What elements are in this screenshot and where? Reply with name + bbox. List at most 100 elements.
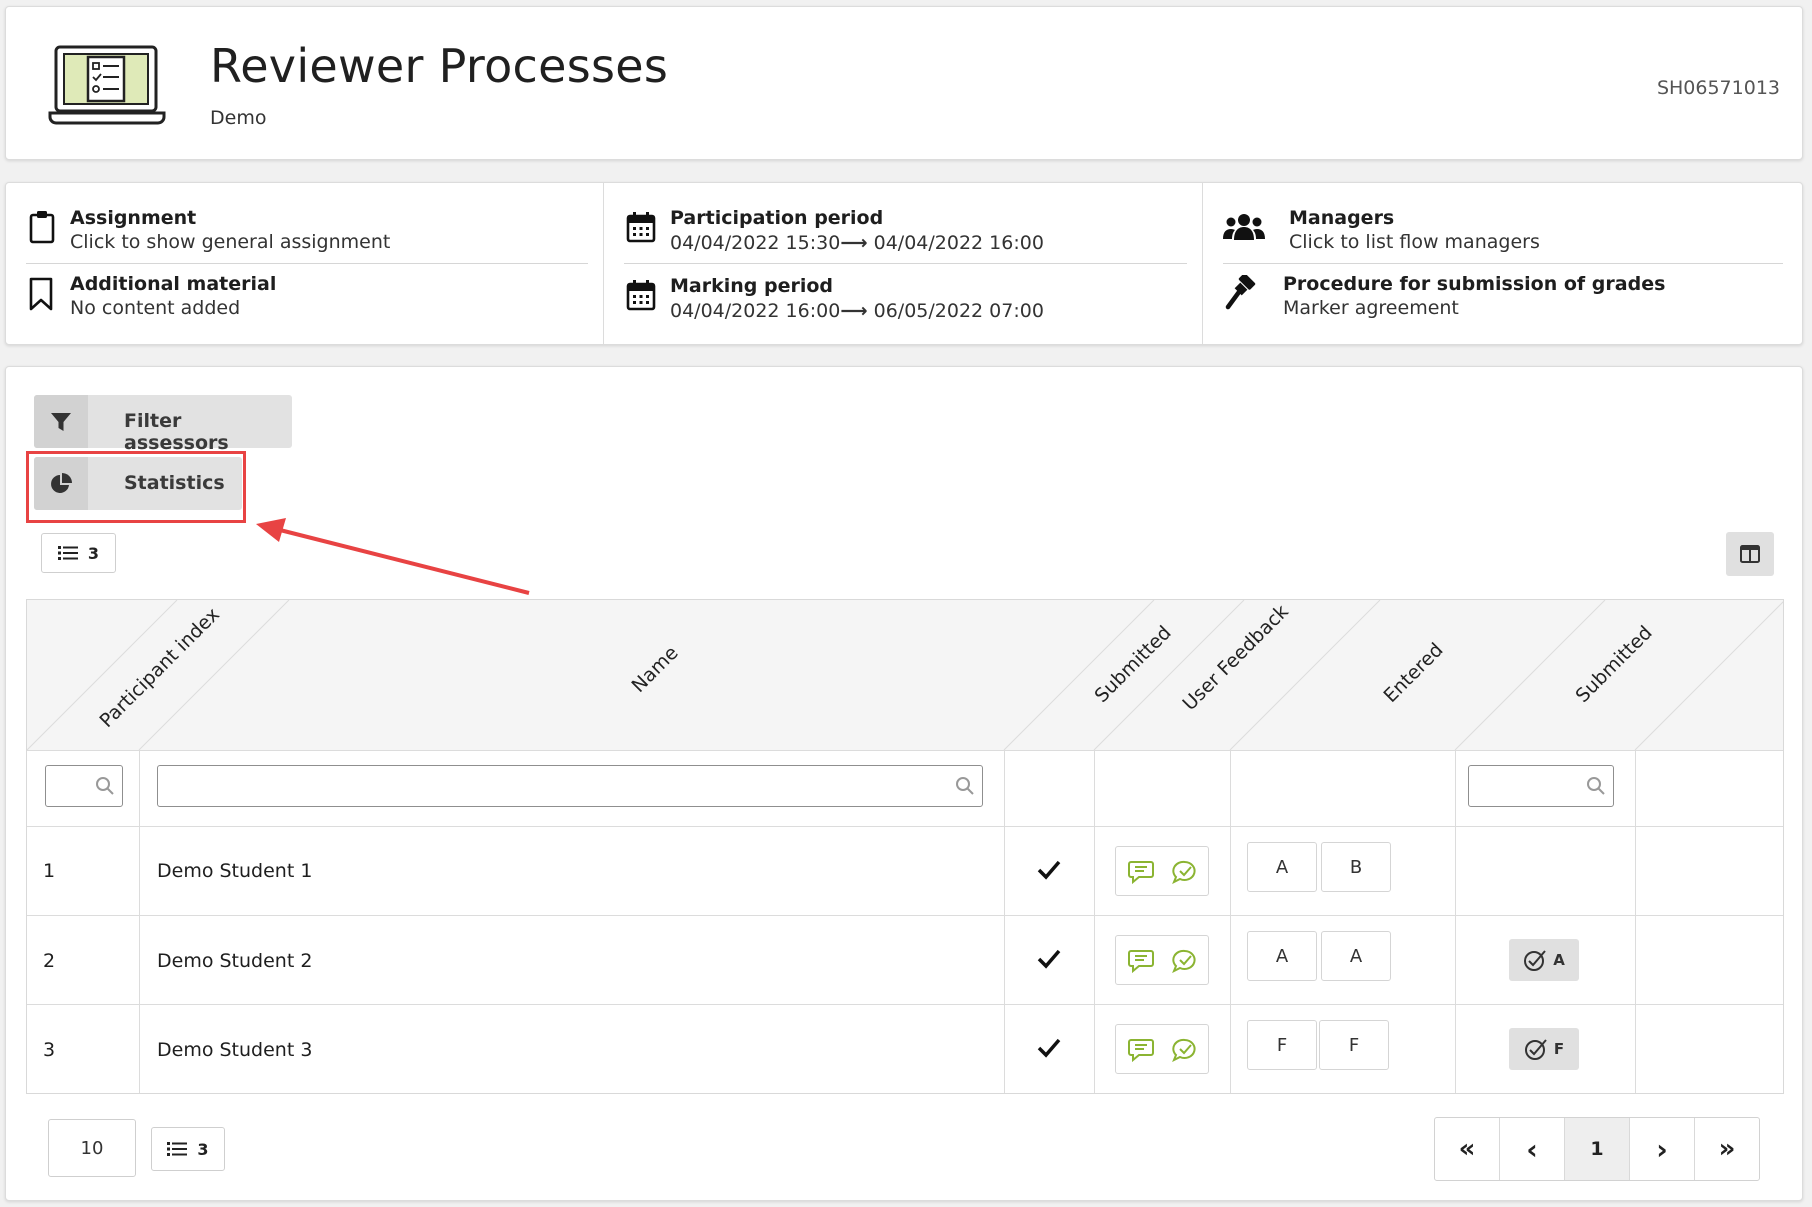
divider: [1004, 750, 1005, 1093]
marking-period-range: 04/04/2022 16:00⟶ 06/05/2022 07:00: [670, 300, 1044, 322]
search-icon: [1587, 777, 1605, 795]
page-title: Reviewer Processes: [210, 39, 669, 93]
participation-start: 04/04/2022 15:30: [670, 232, 841, 254]
divider: [1455, 750, 1456, 1093]
check-icon: [1037, 860, 1061, 880]
users-icon: [1223, 214, 1265, 240]
submitted-grade-value: A: [1553, 951, 1565, 969]
participant-index: 2: [43, 950, 56, 972]
filter-icon: [51, 412, 71, 431]
list-icon: [167, 1142, 188, 1156]
name-search-input[interactable]: [157, 765, 983, 807]
grade-procedure-title: Procedure for submission of grades: [1283, 273, 1666, 295]
comment-icon[interactable]: [1128, 860, 1154, 884]
managers-subtitle: Click to list flow managers: [1289, 231, 1540, 253]
entered-grade-2[interactable]: A: [1321, 931, 1391, 981]
check-icon: [1037, 949, 1061, 969]
divider: [27, 826, 1783, 827]
managers-title: Managers: [1289, 207, 1395, 229]
main-panel: Filter assessors Statistics 3 Participan…: [5, 366, 1803, 1201]
entered-grade-2[interactable]: F: [1319, 1020, 1389, 1070]
clipboard-icon: [29, 211, 55, 244]
comment-check-icon[interactable]: [1172, 949, 1198, 973]
feedback-buttons: [1115, 846, 1209, 896]
entered-grade-2[interactable]: B: [1321, 842, 1391, 892]
bookmark-icon: [29, 277, 53, 311]
divider: [139, 750, 140, 1093]
divider: [1223, 263, 1783, 264]
filter-assessors-button[interactable]: Filter assessors: [34, 395, 292, 454]
divider: [1635, 750, 1636, 1093]
divider: [1230, 750, 1231, 1093]
filter-assessors-label: Filter assessors: [124, 410, 229, 454]
comment-check-icon[interactable]: [1172, 860, 1198, 884]
submitted-grade-value: F: [1553, 1040, 1565, 1058]
additional-material-item[interactable]: Additional material No content added: [6, 271, 603, 337]
arrow-right-icon: ⟶: [840, 232, 868, 254]
info-panel: Assignment Click to show general assignm…: [5, 182, 1803, 345]
row-count-top-value: 3: [87, 543, 100, 563]
filter-icon-box: [34, 395, 88, 448]
next-page-button[interactable]: ›: [1629, 1118, 1694, 1180]
last-page-button[interactable]: »: [1694, 1118, 1759, 1180]
assignment-title: Assignment: [70, 207, 197, 229]
check-icon: [1037, 1038, 1061, 1058]
current-page-button[interactable]: 1: [1564, 1118, 1629, 1180]
assessment-table: Participant index Name Submitted User Fe…: [26, 599, 1784, 1094]
participation-period-title: Participation period: [670, 207, 884, 229]
entered-grade-1[interactable]: A: [1247, 931, 1317, 981]
search-icon: [956, 777, 974, 795]
circle-check-icon: [1524, 1039, 1547, 1060]
pagination: « ‹ 1 › »: [1434, 1117, 1760, 1181]
marking-start: 04/04/2022 16:00: [670, 300, 841, 322]
circle-check-icon: [1524, 950, 1546, 971]
gavel-icon: [1225, 275, 1256, 310]
participant-index-search-input[interactable]: [45, 765, 123, 807]
feedback-buttons: [1115, 1024, 1209, 1074]
columns-icon: [1740, 545, 1760, 563]
submitted-grade-badge[interactable]: A: [1509, 939, 1579, 981]
divider: [26, 263, 588, 264]
highlight-annotation: [26, 451, 246, 523]
entered-grade-1[interactable]: F: [1247, 1020, 1317, 1070]
comment-check-icon[interactable]: [1172, 1038, 1198, 1062]
participant-index: 3: [43, 1039, 56, 1061]
first-page-button[interactable]: «: [1435, 1118, 1499, 1180]
divider: [27, 915, 1783, 916]
comment-icon[interactable]: [1128, 1038, 1154, 1062]
page-size-select[interactable]: 10: [48, 1119, 136, 1177]
assignment-subtitle: Click to show general assignment: [70, 231, 391, 253]
laptop-checklist-icon: [48, 45, 166, 125]
prev-page-button[interactable]: ‹: [1499, 1118, 1564, 1180]
row-count-top[interactable]: 3: [41, 533, 116, 573]
row-count-bottom[interactable]: 3: [151, 1127, 225, 1171]
feedback-buttons: [1115, 935, 1209, 985]
search-icon: [96, 777, 114, 795]
participant-name: Demo Student 2: [157, 950, 313, 972]
page-subtitle: Demo: [210, 107, 267, 129]
info-column-periods: Participation period 04/04/2022 15:30⟶ 0…: [603, 183, 1203, 344]
participation-period-item: Participation period 04/04/2022 15:30⟶ 0…: [604, 203, 1203, 269]
marking-end: 06/05/2022 07:00: [873, 300, 1044, 322]
managers-item[interactable]: Managers Click to list flow managers: [1203, 203, 1803, 269]
entered-grade-1[interactable]: A: [1247, 842, 1317, 892]
additional-material-title: Additional material: [70, 273, 277, 295]
row-count-bottom-value: 3: [197, 1139, 209, 1159]
divider: [27, 1004, 1783, 1005]
comment-icon[interactable]: [1128, 949, 1154, 973]
column-toggle-button[interactable]: [1726, 532, 1774, 576]
course-code: SH06571013: [1656, 77, 1780, 99]
assignment-item[interactable]: Assignment Click to show general assignm…: [6, 203, 603, 269]
header-diagonals: [27, 600, 1783, 750]
submitted-grade-search-input[interactable]: [1468, 765, 1614, 807]
additional-material-subtitle: No content added: [70, 297, 241, 319]
divider: [1094, 750, 1095, 1093]
page-header: Reviewer Processes Demo SH06571013: [5, 6, 1803, 160]
divider: [27, 750, 1783, 751]
participation-period-range: 04/04/2022 15:30⟶ 04/04/2022 16:00: [670, 232, 1044, 254]
participant-name: Demo Student 1: [157, 860, 313, 882]
arrow-right-icon: ⟶: [840, 300, 868, 322]
submitted-grade-badge[interactable]: F: [1509, 1028, 1579, 1070]
info-column-managers: Managers Click to list flow managers Pro…: [1202, 183, 1803, 344]
divider: [624, 263, 1187, 264]
